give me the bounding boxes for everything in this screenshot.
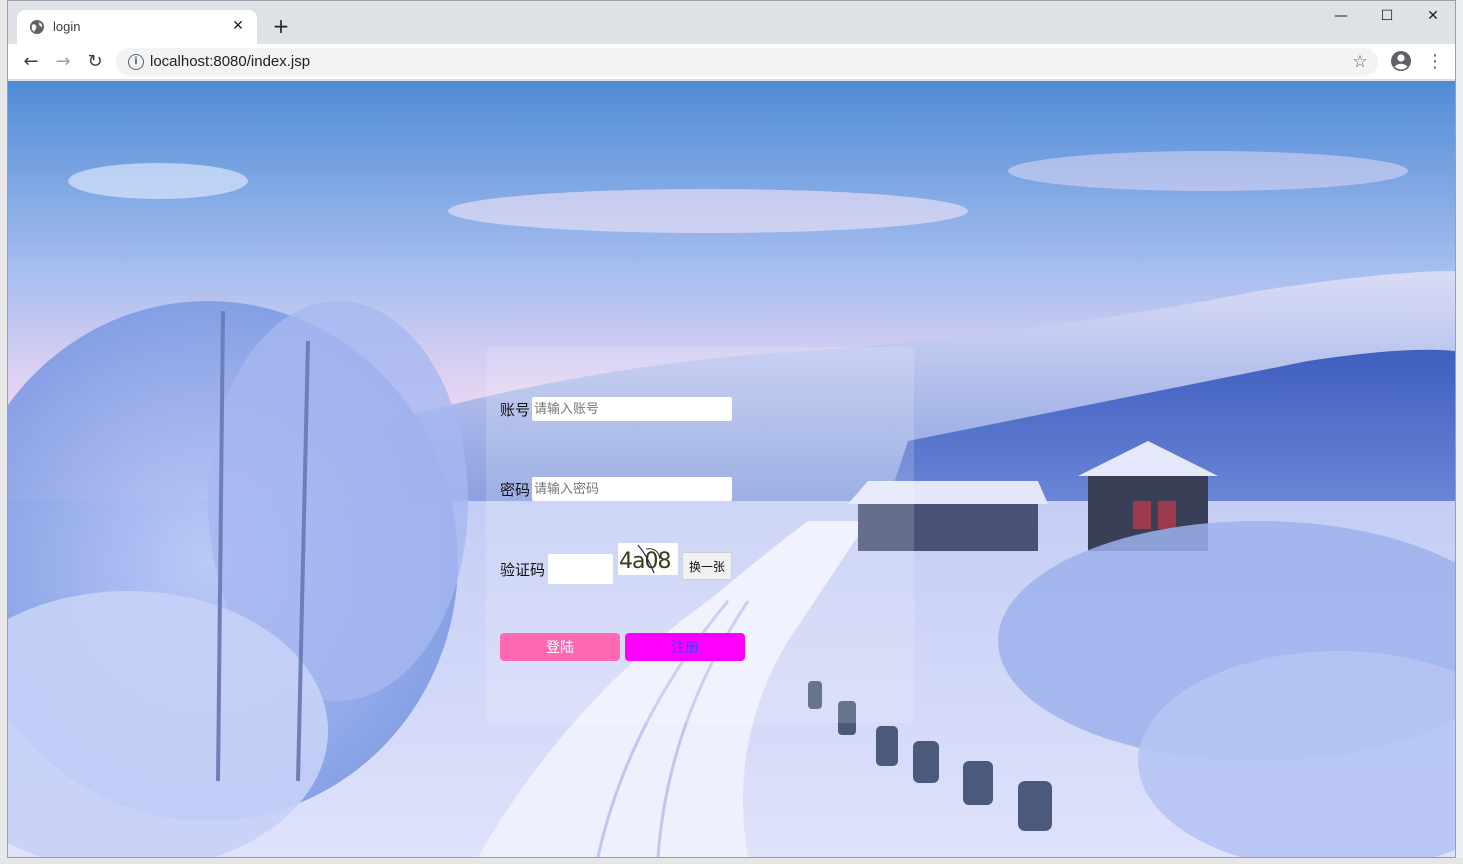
info-icon[interactable]: i	[128, 54, 144, 70]
swap-captcha-button[interactable]: 换一张	[682, 552, 732, 580]
kebab-menu-icon[interactable]: ⋮	[1426, 50, 1444, 74]
tab-strip: login ✕ + — ☐ ✕	[8, 1, 1455, 44]
forward-arrow-icon[interactable]: →	[51, 50, 75, 74]
url-text[interactable]: localhost:8080/index.jsp	[150, 53, 310, 70]
plus-icon[interactable]: +	[270, 15, 292, 37]
tab-login[interactable]: login ✕	[17, 10, 257, 44]
maximize-button[interactable]: ☐	[1364, 1, 1410, 31]
desktop-right-edge	[1456, 0, 1463, 864]
window-close-button[interactable]: ✕	[1410, 1, 1456, 31]
back-arrow-icon[interactable]: ←	[19, 50, 43, 74]
account-label: 账号	[500, 401, 531, 419]
minimize-button[interactable]: —	[1318, 1, 1364, 31]
desktop-bottom-edge	[0, 858, 1463, 864]
captcha-input[interactable]	[548, 554, 613, 584]
star-icon[interactable]: ☆	[1350, 51, 1370, 73]
captcha-text: 4a08	[619, 549, 670, 574]
tab-title: login	[53, 19, 81, 34]
close-icon[interactable]: ✕	[229, 17, 247, 35]
login-button[interactable]: 登陆	[500, 633, 620, 661]
captcha-label: 验证码	[500, 561, 546, 579]
page-viewport: 账号 密码 验证码 4a08 换一张 登陆 注册	[8, 81, 1455, 857]
login-panel: 账号 密码 验证码 4a08 换一张 登陆 注册	[486, 347, 914, 723]
browser-toolbar: ← → ↻ i localhost:8080/index.jsp ☆ ⋮	[8, 44, 1455, 80]
password-input[interactable]	[532, 477, 732, 501]
desktop-left-edge	[0, 0, 7, 864]
password-label: 密码	[500, 481, 531, 499]
reload-icon[interactable]: ↻	[83, 50, 107, 74]
globe-icon	[30, 20, 44, 34]
register-button[interactable]: 注册	[625, 633, 745, 661]
browser-window: login ✕ + — ☐ ✕ ← → ↻ i localhost:8080/i…	[7, 0, 1456, 858]
account-input[interactable]	[532, 397, 732, 421]
captcha-image[interactable]: 4a08	[618, 543, 678, 575]
account-icon[interactable]	[1390, 50, 1412, 72]
address-bar[interactable]: i localhost:8080/index.jsp ☆	[116, 48, 1378, 76]
